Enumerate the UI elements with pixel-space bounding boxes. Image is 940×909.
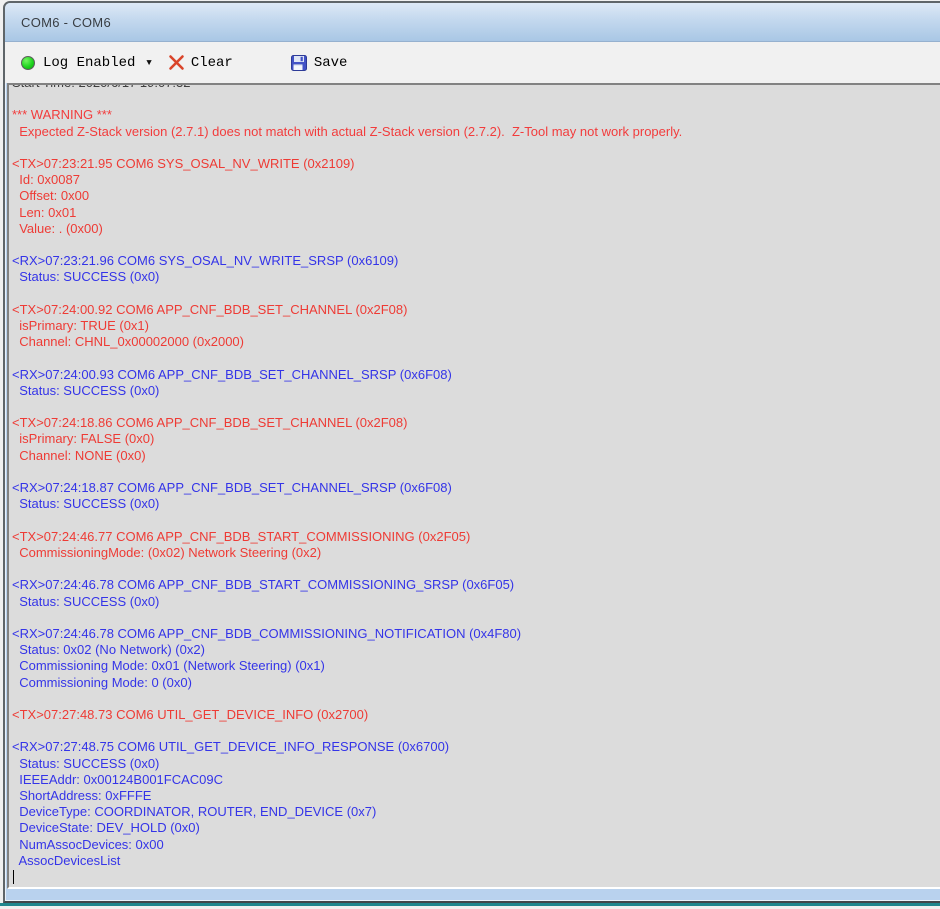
log-line: *** WARNING *** bbox=[12, 107, 112, 123]
log-line: DeviceType: COORDINATOR, ROUTER, END_DEV… bbox=[12, 804, 377, 820]
log-line: <RX>07:24:00.93 COM6 APP_CNF_BDB_SET_CHA… bbox=[12, 366, 452, 382]
log-line: AssocDevicesList bbox=[12, 852, 121, 868]
log-line: <TX>07:27:48.73 COM6 UTIL_GET_DEVICE_INF… bbox=[12, 706, 369, 722]
log-line: Channel: CHNL_0x00002000 (0x2000) bbox=[12, 334, 244, 350]
terminal-window: COM6 - COM6 Log Enabled ▼ Clear Save ***… bbox=[3, 1, 940, 903]
bottom-edge-strip bbox=[0, 903, 940, 906]
log-line: Len: 0x01 bbox=[12, 204, 77, 220]
save-floppy-icon bbox=[290, 54, 307, 71]
log-enabled-label: Log Enabled bbox=[43, 54, 136, 71]
log-line: isPrimary: FALSE (0x0) bbox=[12, 431, 155, 447]
log-line: Status: SUCCESS (0x0) bbox=[12, 593, 160, 609]
log-line: Id: 0x0087 bbox=[12, 172, 80, 188]
log-line: Status: SUCCESS (0x0) bbox=[12, 269, 160, 285]
save-button[interactable]: Save bbox=[285, 52, 354, 74]
window-titlebar[interactable]: COM6 - COM6 bbox=[5, 3, 940, 42]
log-output[interactable]: Start Time: 2020/6/17 19:07:32 *** WARNI… bbox=[7, 83, 940, 889]
clear-button[interactable]: Clear bbox=[162, 51, 239, 74]
log-line: <RX>07:23:21.96 COM6 SYS_OSAL_NV_WRITE_S… bbox=[12, 253, 399, 269]
log-line: Commissioning Mode: 0x01 (Network Steeri… bbox=[12, 658, 325, 674]
log-line: <TX>07:24:00.92 COM6 APP_CNF_BDB_SET_CHA… bbox=[12, 301, 408, 317]
log-line: CommissioningMode: (0x02) Network Steeri… bbox=[12, 544, 322, 560]
log-line: ShortAddress: 0xFFFE bbox=[12, 787, 152, 803]
text-caret bbox=[13, 869, 14, 884]
toolbar: Log Enabled ▼ Clear Save bbox=[5, 42, 940, 83]
log-enabled-button[interactable]: Log Enabled ▼ bbox=[15, 52, 158, 74]
log-line: <RX>07:24:46.78 COM6 APP_CNF_BDB_COMMISS… bbox=[12, 625, 522, 641]
chevron-down-icon[interactable]: ▼ bbox=[146, 58, 151, 68]
log-line: DeviceState: DEV_HOLD (0x0) bbox=[12, 820, 200, 836]
log-line: <RX>07:24:18.87 COM6 APP_CNF_BDB_SET_CHA… bbox=[12, 480, 452, 496]
log-line: Start Time: 2020/6/17 19:07:32 bbox=[12, 85, 940, 91]
log-line: Channel: NONE (0x0) bbox=[12, 447, 146, 463]
log-content: Start Time: 2020/6/17 19:07:32 *** WARNI… bbox=[12, 85, 940, 885]
log-caret-line bbox=[12, 869, 940, 885]
save-label: Save bbox=[313, 54, 348, 71]
log-line: isPrimary: TRUE (0x1) bbox=[12, 318, 149, 334]
log-line: <RX>07:27:48.75 COM6 UTIL_GET_DEVICE_INF… bbox=[12, 739, 450, 755]
window-title: COM6 - COM6 bbox=[21, 14, 111, 30]
log-line: Status: 0x02 (No Network) (0x2) bbox=[12, 642, 205, 658]
log-line: Expected Z-Stack version (2.7.1) does no… bbox=[12, 123, 683, 139]
clear-label: Clear bbox=[190, 54, 233, 71]
clear-x-icon bbox=[169, 55, 184, 70]
log-line: Value: . (0x00) bbox=[12, 220, 103, 236]
log-line: Commissioning Mode: 0 (0x0) bbox=[12, 674, 192, 690]
log-line: Offset: 0x00 bbox=[12, 188, 90, 204]
log-line: NumAssocDevices: 0x00 bbox=[12, 836, 164, 852]
log-line: <TX>07:23:21.95 COM6 SYS_OSAL_NV_WRITE (… bbox=[12, 156, 355, 172]
log-line: IEEEAddr: 0x00124B001FCAC09C bbox=[12, 771, 224, 787]
log-line: <RX>07:24:46.78 COM6 APP_CNF_BDB_START_C… bbox=[12, 577, 515, 593]
log-status-icon bbox=[21, 55, 35, 70]
log-line: Status: SUCCESS (0x0) bbox=[12, 755, 160, 771]
log-line: Status: SUCCESS (0x0) bbox=[12, 382, 160, 398]
desktop-background: COM6 - COM6 Log Enabled ▼ Clear Save ***… bbox=[0, 0, 940, 909]
log-line: <TX>07:24:46.77 COM6 APP_CNF_BDB_START_C… bbox=[12, 528, 471, 544]
log-line: Status: SUCCESS (0x0) bbox=[12, 496, 160, 512]
log-line: <TX>07:24:18.86 COM6 APP_CNF_BDB_SET_CHA… bbox=[12, 415, 408, 431]
